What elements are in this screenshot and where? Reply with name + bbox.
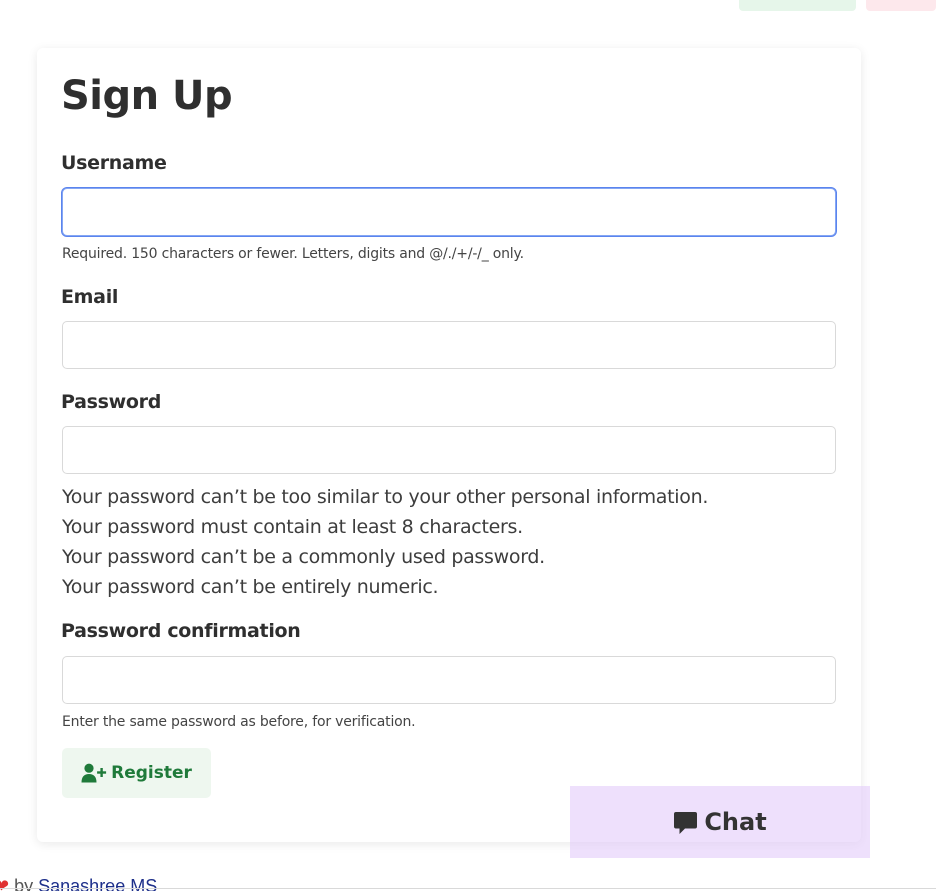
user-plus-icon [81, 763, 107, 783]
email-label: Email [61, 286, 119, 308]
page-title: Sign Up [61, 73, 233, 119]
top-nav-button-red[interactable] [866, 0, 936, 11]
password-confirmation-label: Password confirmation [61, 620, 301, 642]
register-label: Register [111, 763, 192, 783]
password-label: Password [61, 391, 162, 413]
username-label: Username [61, 152, 167, 174]
password-confirmation-help-text: Enter the same password as before, for v… [62, 714, 416, 730]
chat-widget-button[interactable]: Chat [570, 786, 870, 858]
username-help-text: Required. 150 characters or fewer. Lette… [62, 246, 524, 262]
password-input[interactable] [62, 426, 836, 474]
password-help-item: Your password can’t be a commonly used p… [62, 546, 545, 568]
password-help-list: Your password can’t be too similar to yo… [62, 482, 708, 602]
password-help-item: Your password can’t be entirely numeric. [62, 576, 439, 598]
footer-divider [0, 888, 936, 889]
comment-icon [673, 809, 698, 836]
password-help-item: Your password can’t be too similar to yo… [62, 486, 709, 508]
chat-label: Chat [704, 808, 767, 836]
password-help-item: Your password must contain at least 8 ch… [62, 516, 523, 538]
email-input[interactable] [62, 321, 836, 369]
register-button[interactable]: Register [62, 748, 211, 798]
top-nav-button-green[interactable] [739, 0, 856, 11]
password-confirmation-input[interactable] [62, 656, 836, 704]
username-input[interactable] [62, 188, 836, 236]
signup-card: Sign Up Username Required. 150 character… [37, 48, 861, 842]
